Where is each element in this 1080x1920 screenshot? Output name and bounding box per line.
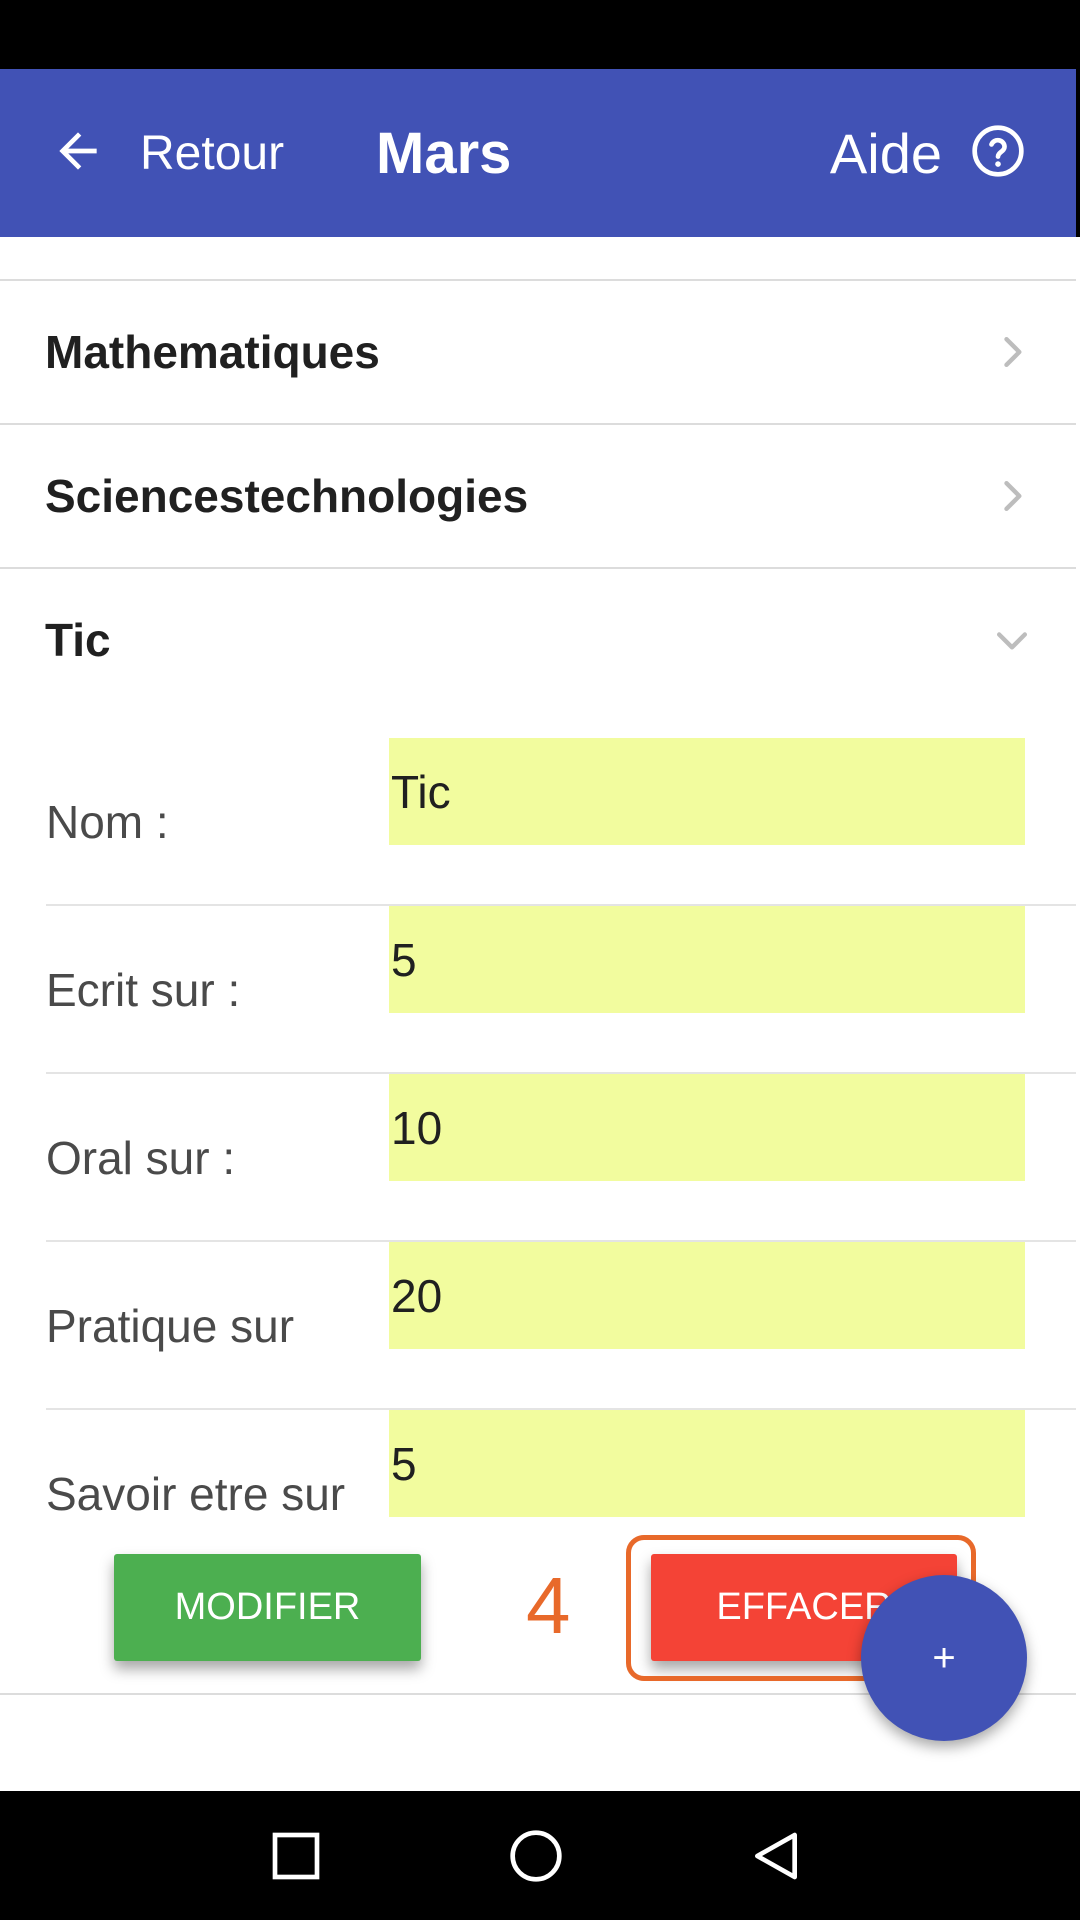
oral-field[interactable]: 10 [389,1074,1025,1181]
content-area: Mathematiques Sciencestechnologies Tic N… [0,237,1080,1791]
subject-label: Sciencestechnologies [45,470,529,522]
subject-row-tic[interactable]: Tic [0,569,1076,711]
system-nav-bar [0,1791,1080,1920]
subject-label: Tic [45,614,111,666]
square-icon [272,1832,320,1879]
nav-recents-button[interactable] [236,1791,356,1920]
chevron-right-icon [1004,480,1022,512]
status-bar [0,0,1080,69]
field-label: Savoir etre sur [46,1468,346,1520]
arrow-left-icon [50,123,106,184]
field-row-pratique: Pratique sur 20 [46,1242,1076,1410]
field-label: Pratique sur [46,1300,295,1352]
subject-row-sciencestechnologies[interactable]: Sciencestechnologies [0,425,1076,567]
nom-field[interactable]: Tic [389,738,1025,845]
ecrit-field[interactable]: 5 [389,906,1025,1013]
back-label: Retour [140,126,285,180]
savoir-etre-field[interactable]: 5 [389,1410,1025,1517]
help-circle-icon [970,123,1026,184]
nav-home-button[interactable] [476,1791,596,1920]
add-fab-button[interactable]: + [861,1575,1027,1741]
pratique-field[interactable]: 20 [389,1242,1025,1349]
step-number-annotation: 4 [526,1561,571,1650]
field-label: Oral sur : [46,1132,236,1184]
field-row-ecrit: Ecrit sur : 5 [46,906,1076,1074]
nav-back-button[interactable] [716,1791,836,1920]
back-button[interactable]: Retour [50,69,284,237]
app-bar: Retour Mars Aide [0,69,1076,237]
field-label: Nom : [46,796,169,848]
help-button[interactable]: Aide [830,69,1026,237]
field-row-oral: Oral sur : 10 [46,1074,1076,1242]
page-title: Mars [376,120,512,186]
subject-label: Mathematiques [45,326,380,378]
field-row-nom: Nom : Tic [46,738,1076,906]
chevron-right-icon [1004,336,1022,368]
modify-button[interactable]: MODIFIER [114,1554,421,1661]
circle-icon [510,1829,562,1882]
triangle-back-icon [755,1832,797,1879]
field-label: Ecrit sur : [46,964,241,1016]
subject-row-mathematiques[interactable]: Mathematiques [0,281,1076,423]
chevron-down-icon [996,632,1028,650]
help-label: Aide [829,121,942,185]
